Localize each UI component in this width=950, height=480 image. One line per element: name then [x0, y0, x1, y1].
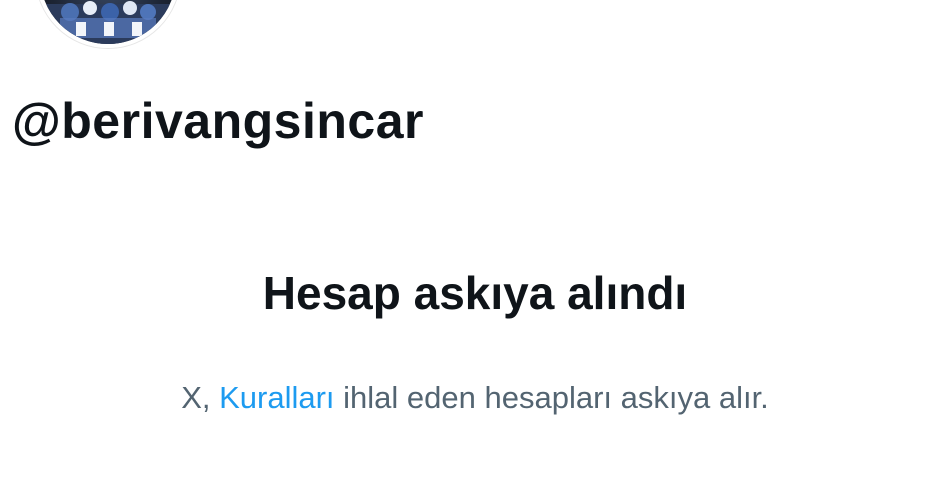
suspended-profile-screen: @berivangsincar Hesap askıya alındı X, K…	[0, 0, 950, 480]
description-prefix: X,	[181, 380, 220, 415]
profile-handle: @berivangsincar	[12, 93, 424, 149]
rules-link[interactable]: Kuralları	[219, 380, 334, 415]
suspension-description: X, Kuralları ihlal eden hesapları askıya…	[0, 380, 950, 416]
description-suffix: ihlal eden hesapları askıya alır.	[334, 380, 769, 415]
suspension-title: Hesap askıya alındı	[262, 267, 688, 319]
avatar-image	[40, 1, 176, 44]
profile-avatar	[36, 0, 180, 48]
